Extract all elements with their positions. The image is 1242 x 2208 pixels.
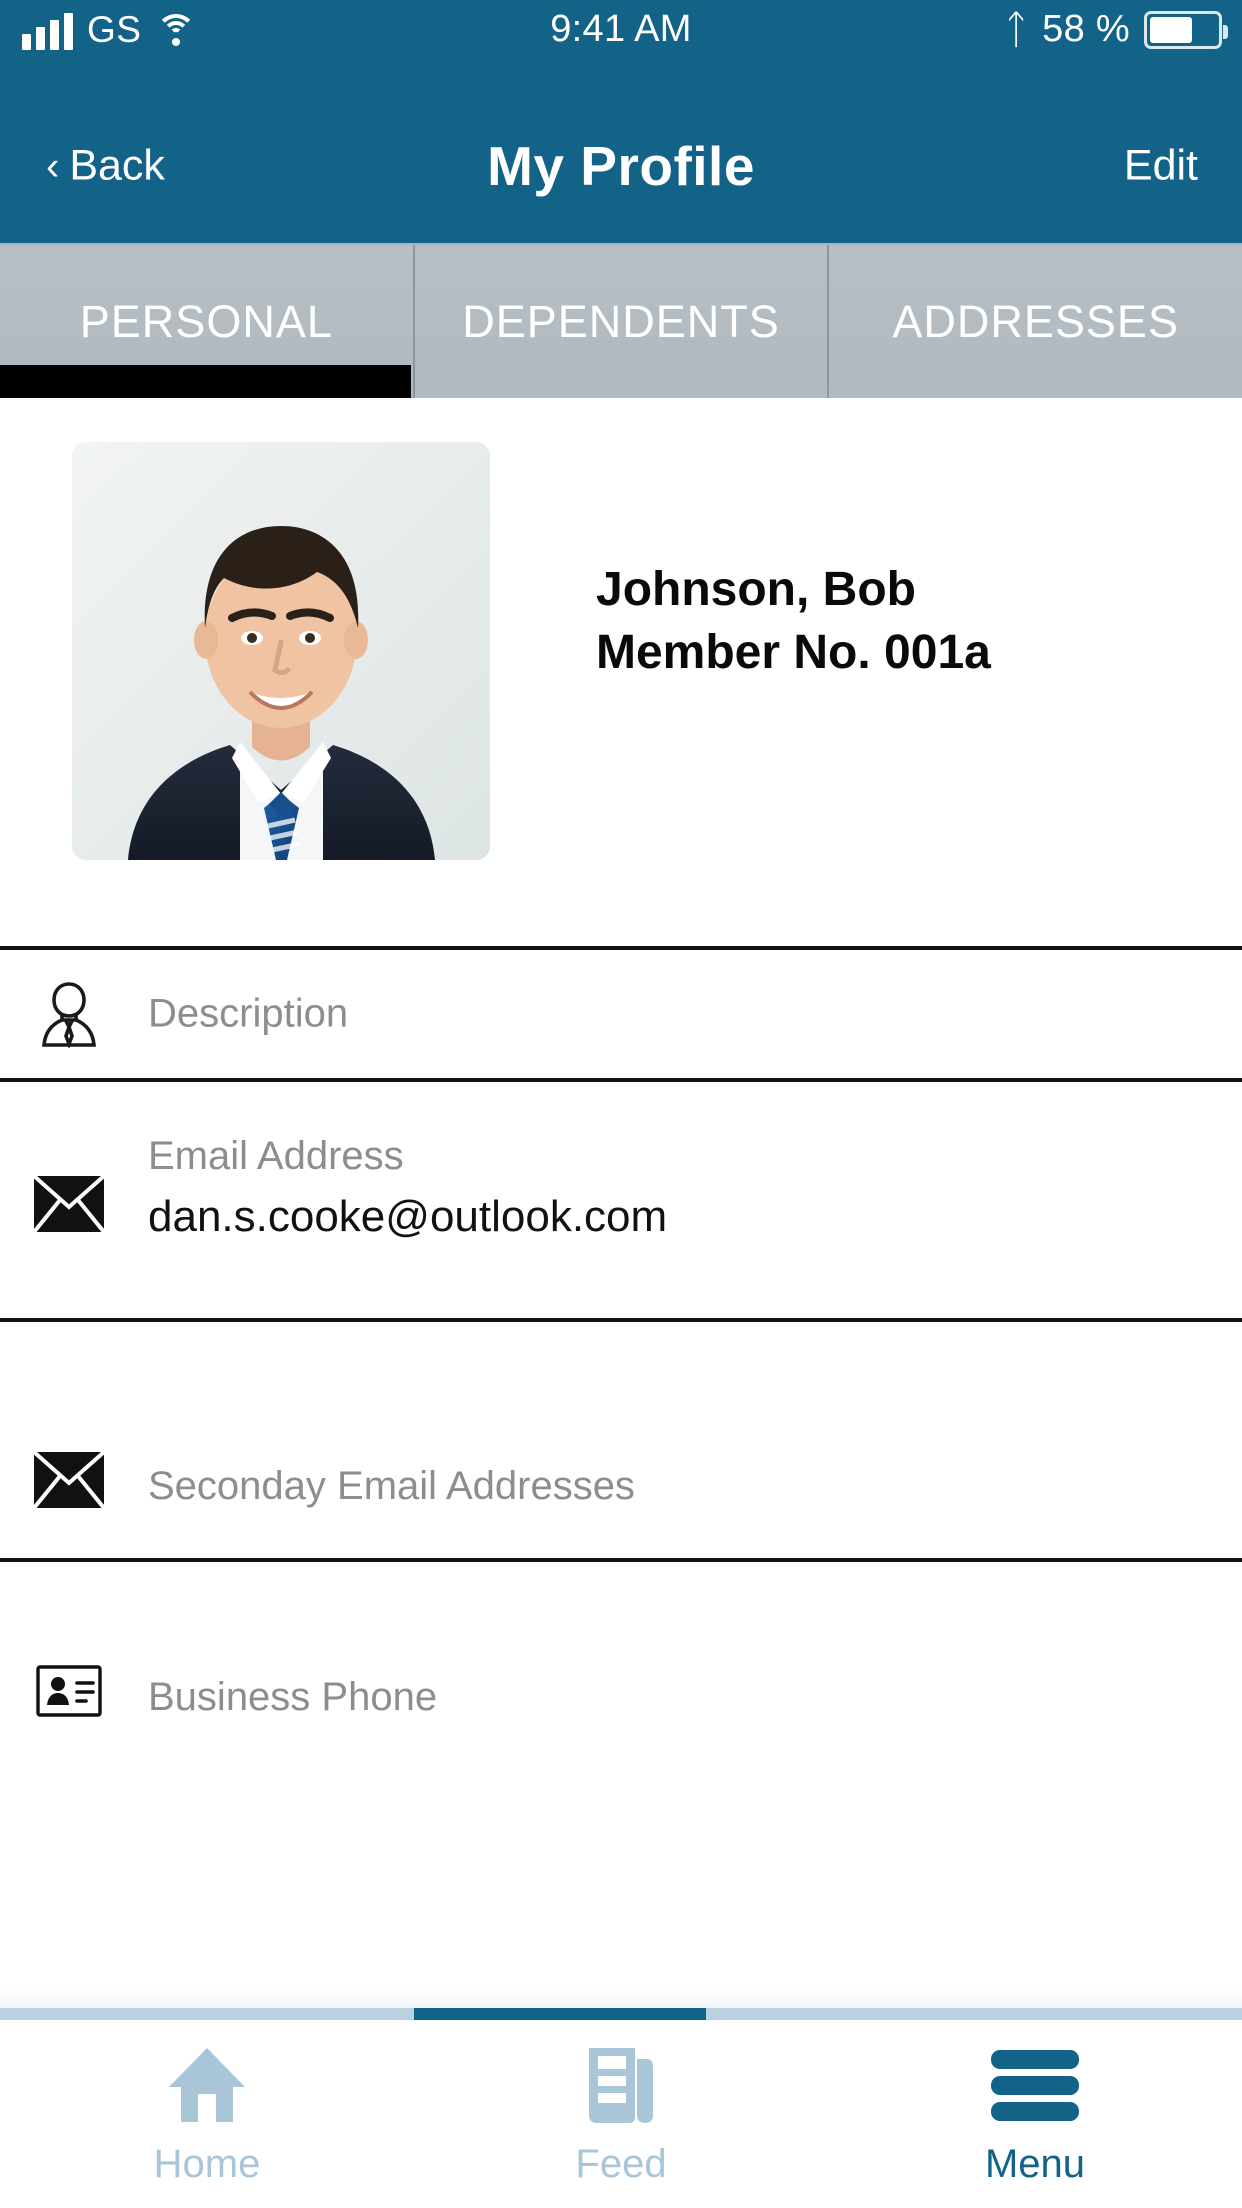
list-item-label: Description: [148, 991, 349, 1036]
tab-dependents[interactable]: DEPENDENTS: [415, 245, 830, 398]
battery-icon: [1144, 10, 1228, 49]
navigation-bar: ‹ Back My Profile Edit: [0, 88, 1242, 243]
app-screen: GS 9:41 AM ᛏ 58 % ‹ Back My Profile Edit…: [0, 0, 1242, 2208]
tab-dependents-label: DEPENDENTS: [462, 295, 780, 347]
list-item-label: Seconday Email Addresses: [148, 1464, 635, 1508]
bottom-tab-label: Menu: [984, 2141, 1086, 2186]
tab-personal-label: PERSONAL: [79, 295, 333, 347]
envelope-icon: [32, 1167, 106, 1241]
avatar[interactable]: [72, 442, 490, 860]
list-item-value: dan.s.cooke@outlook.com: [148, 1192, 668, 1241]
profile-name: Johnson, Bob: [596, 563, 916, 616]
page-indicator-bar: [0, 2008, 1242, 2020]
status-bar-right: ᛏ 58 %: [1004, 7, 1228, 52]
bottom-tab-label: Feed: [575, 2141, 667, 2186]
list-item-label: Business Phone: [148, 1675, 438, 1719]
bottom-tab-menu[interactable]: Menu: [828, 2020, 1242, 2208]
list-item-label: Email Address: [148, 1134, 404, 1178]
tab-addresses[interactable]: ADDRESSES: [829, 245, 1242, 398]
list-item-secondary-email-addresses[interactable]: Seconday Email Addresses: [0, 1318, 1242, 1558]
newspaper-icon: [585, 2042, 657, 2128]
bottom-tab-label: Home: [153, 2141, 261, 2186]
envelope-icon: [32, 1443, 106, 1517]
profile-photo-image: [72, 442, 490, 860]
contact-card-icon: [32, 1654, 106, 1728]
bluetooth-icon: ᛏ: [1004, 7, 1029, 52]
bottom-navigation-bar: Home Feed Menu: [0, 1990, 1242, 2208]
battery-percent-label: 58 %: [1042, 8, 1130, 50]
tab-addresses-label: ADDRESSES: [892, 295, 1179, 347]
list-item-description[interactable]: Description: [0, 946, 1242, 1078]
page-indicator-active-segment: [413, 2008, 706, 2020]
bottom-tabs: Home Feed Menu: [0, 2020, 1242, 2208]
profile-identity: Johnson, Bob Member No. 001a: [596, 558, 991, 685]
bottom-tab-home[interactable]: Home: [0, 2020, 414, 2208]
home-icon: [166, 2042, 248, 2128]
hamburger-menu-icon: [989, 2042, 1081, 2128]
tab-active-indicator: [0, 365, 411, 398]
page-title: My Profile: [487, 135, 755, 197]
profile-header: Johnson, Bob Member No. 001a: [0, 398, 1242, 928]
bottom-bar-shadow: [0, 1990, 1242, 2008]
list-item-business-phone[interactable]: Business Phone: [0, 1558, 1242, 1753]
detail-list: Description Email Address dan.s.cooke@ou…: [0, 946, 1242, 1753]
segmented-tab-bar: PERSONAL DEPENDENTS ADDRESSES: [0, 243, 1242, 398]
list-item-email-address[interactable]: Email Address dan.s.cooke@outlook.com: [0, 1078, 1242, 1318]
profile-member-number: Member No. 001a: [596, 626, 991, 680]
bottom-tab-feed[interactable]: Feed: [414, 2020, 828, 2208]
edit-button[interactable]: Edit: [1124, 142, 1198, 191]
status-bar: GS 9:41 AM ᛏ 58 %: [0, 0, 1242, 88]
tab-personal[interactable]: PERSONAL: [0, 245, 415, 398]
person-tie-icon: [32, 977, 106, 1051]
